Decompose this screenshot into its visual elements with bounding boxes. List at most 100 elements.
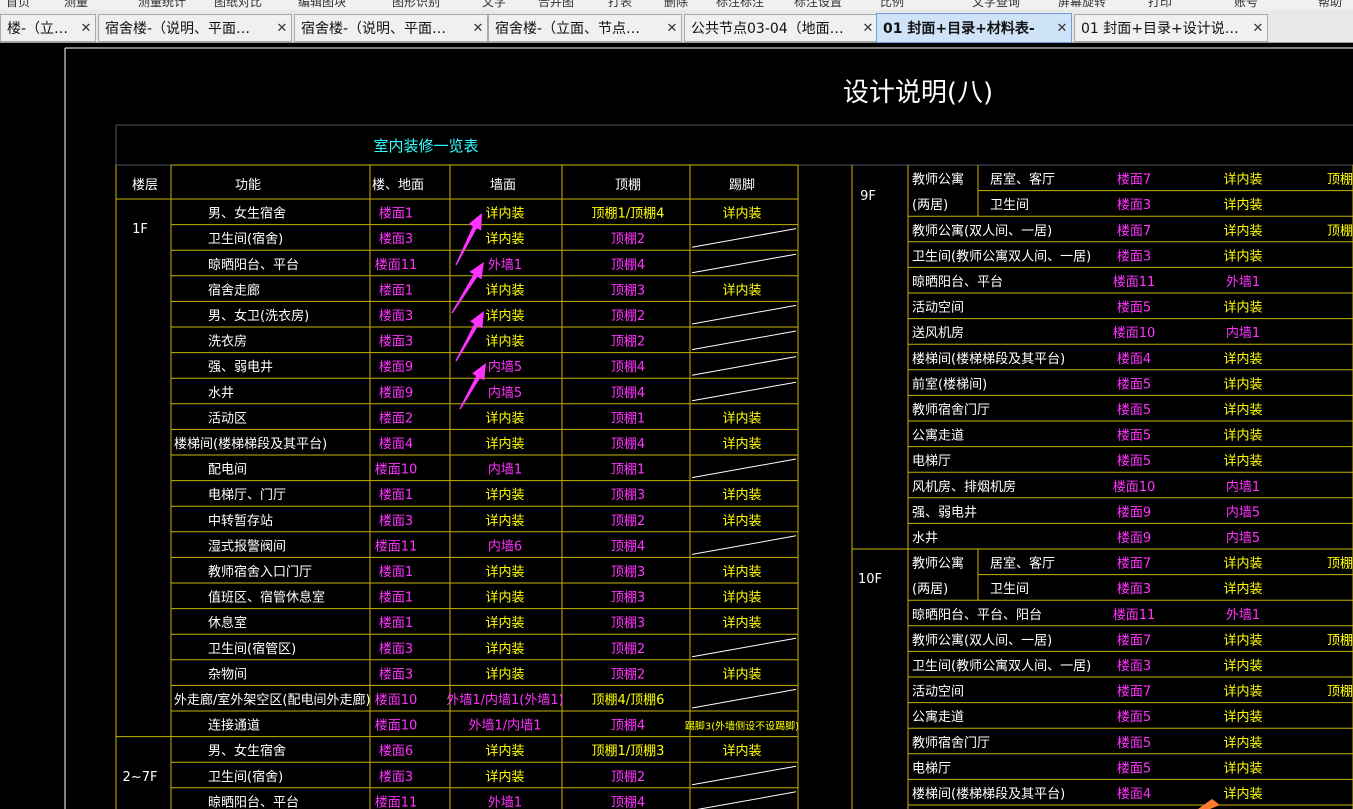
- menu-item[interactable]: 测量统计: [138, 0, 186, 10]
- empty-cell-slash: [691, 535, 797, 555]
- wall-cell: 内墙5: [1226, 530, 1260, 546]
- subfunction-cell: 居室、客厅: [990, 556, 1055, 572]
- wall-cell: 外墙1/内墙1(外墙1): [446, 692, 563, 708]
- ceiling-cell: 顶棚4: [611, 360, 645, 375]
- ceiling-cell: 顶棚: [1327, 685, 1353, 700]
- wall-cell: 内墙1: [488, 462, 522, 478]
- close-icon[interactable]: ✕: [663, 21, 681, 36]
- tab-label: 宿舍楼-（立面、节点…: [495, 21, 641, 37]
- function-cell: 湿式报警阀间: [208, 538, 286, 554]
- close-icon[interactable]: ✕: [469, 21, 487, 36]
- function-cell: 男、女卫(洗衣房): [208, 308, 309, 324]
- menu-item[interactable]: 帮助: [1318, 0, 1342, 10]
- ceiling-cell: 顶棚2: [611, 642, 645, 657]
- wall-cell: 内墙1: [1226, 325, 1260, 341]
- ceiling-cell: 顶棚: [1327, 557, 1353, 572]
- function-cell: 教师公寓: [912, 556, 964, 572]
- tab-document[interactable]: 01 封面+目录+材料表- ✕: [876, 13, 1072, 43]
- empty-cell-slash: [691, 688, 797, 709]
- menu-item[interactable]: 删除: [664, 0, 688, 10]
- function-cell: 晾晒阳台、平台、阳台: [912, 607, 1042, 623]
- annotation-arrow: [455, 213, 482, 266]
- empty-cell-slash: [691, 637, 797, 658]
- wall-cell: 详内装: [485, 513, 524, 529]
- ceiling-cell: 顶棚2: [611, 309, 645, 324]
- menu-item[interactable]: 编辑图块: [298, 0, 346, 10]
- tab-document[interactable]: 宿舍楼-（说明、平面… ✕: [294, 14, 488, 42]
- menu-item[interactable]: 合并图: [538, 0, 574, 10]
- ceiling-cell: 顶棚4: [611, 795, 645, 809]
- ceiling-cell: 顶棚1/顶棚3: [592, 744, 665, 759]
- menu-item[interactable]: 图纸对比: [214, 0, 262, 10]
- ceiling-cell: 顶棚1/顶棚4: [592, 207, 665, 222]
- menu-item[interactable]: 测量: [64, 0, 88, 10]
- ceiling-cell: 顶棚3: [611, 616, 645, 631]
- menu-item[interactable]: 比例: [880, 0, 904, 10]
- function-cell: 前室(楼梯间): [912, 376, 987, 392]
- floor-cell: 楼面5: [1117, 761, 1151, 776]
- menu-item[interactable]: 文字: [482, 0, 506, 10]
- wall-cell: 外墙1: [1226, 608, 1260, 623]
- floor-cell: 楼面2: [379, 411, 413, 426]
- menu-item[interactable]: 账号: [1234, 0, 1258, 10]
- ceiling-cell: 顶棚4: [611, 386, 645, 401]
- skirting-cell: 详内装: [722, 436, 761, 452]
- function-cell: 公寓走道: [912, 428, 964, 444]
- function-cell: 晾晒阳台、平台: [208, 257, 299, 273]
- wall-cell: 详内装: [1223, 223, 1262, 239]
- close-icon[interactable]: ✕: [77, 21, 95, 36]
- tab-document[interactable]: 楼-（立… ✕: [0, 14, 96, 42]
- wall-cell: 详内装: [1223, 248, 1262, 264]
- tab-document[interactable]: 公共节点03-04（地面… ✕: [684, 14, 878, 42]
- wall-cell: 内墙5: [488, 359, 522, 375]
- menu-item[interactable]: 标注设置: [794, 0, 842, 10]
- function-cell: 教师公寓: [912, 172, 964, 188]
- menu-item[interactable]: 打表: [608, 0, 632, 10]
- wall-cell: 详内装: [485, 231, 524, 247]
- function-cell: 卫生间(宿管区): [208, 641, 296, 657]
- wall-cell: 详内装: [485, 282, 524, 298]
- function-cell: 公寓走道: [912, 709, 964, 725]
- floor-cell: 楼面6: [379, 744, 413, 759]
- menu-item[interactable]: 打印: [1148, 0, 1172, 10]
- menu-item[interactable]: 图形识别: [392, 0, 440, 10]
- function-cell: 教师公寓(双人间、一居): [912, 223, 1052, 239]
- close-icon[interactable]: ✕: [1053, 21, 1071, 36]
- skirting-cell: 详内装: [722, 666, 761, 682]
- close-icon[interactable]: ✕: [273, 21, 291, 36]
- ceiling-cell: 顶棚2: [611, 667, 645, 682]
- floor-cell: 楼面3: [379, 514, 413, 529]
- function-cell: 电梯厅、门厅: [208, 488, 286, 503]
- skirting-cell: 详内装: [722, 282, 761, 298]
- function-cell: 宿舍走廊: [208, 282, 260, 298]
- function-cell: 水井: [208, 386, 234, 401]
- wall-cell: 详内装: [1223, 300, 1262, 316]
- menu-item[interactable]: 首页: [6, 0, 30, 10]
- function-cell: 电梯厅: [912, 454, 951, 469]
- menu-item[interactable]: 标注标注: [716, 0, 764, 10]
- function-cell: 教师宿舍入口门厅: [208, 564, 312, 580]
- function-cell: 晾晒阳台、平台: [912, 274, 1003, 290]
- floor-cell: 楼面5: [1117, 429, 1151, 444]
- ceiling-cell: 顶棚: [1327, 173, 1353, 188]
- close-icon[interactable]: ✕: [1249, 21, 1267, 36]
- menu-item[interactable]: 文字查询: [972, 0, 1020, 10]
- floor-cell: 楼面9: [1117, 505, 1151, 520]
- empty-cell-slash: [696, 791, 797, 809]
- floor-cell: 楼面1: [379, 591, 413, 606]
- wall-cell: 详内装: [1223, 197, 1262, 213]
- floor-cell: 楼面1: [379, 616, 413, 631]
- function-cell: 楼梯间(楼梯梯段及其平台): [912, 352, 1065, 367]
- function-cell: 楼梯间(楼梯梯段及其平台): [174, 437, 327, 452]
- floor-cell: 楼面1: [379, 565, 413, 580]
- tab-document[interactable]: 宿舍楼-（立面、节点… ✕: [488, 14, 682, 42]
- floor-cell: 楼面3: [379, 232, 413, 247]
- skirting-cell: 踢脚3(外墙侧设不设踢脚): [685, 720, 799, 733]
- close-icon[interactable]: ✕: [859, 21, 877, 36]
- tab-document[interactable]: 01 封面+目录+设计说… ✕: [1074, 14, 1268, 42]
- empty-cell-slash: [691, 304, 797, 325]
- tab-document[interactable]: 宿舍楼-（说明、平面… ✕: [98, 14, 292, 42]
- menu-item[interactable]: 屏幕旋转: [1058, 0, 1106, 10]
- cad-drawing-canvas[interactable]: 设计说明(八) 室内装修一览表 楼层 功能 楼、地面 墙面 顶棚 踢脚 男、女生宿舍 楼面1 详内装…: [0, 43, 1353, 809]
- subfunction-cell: 卫生间: [990, 582, 1029, 597]
